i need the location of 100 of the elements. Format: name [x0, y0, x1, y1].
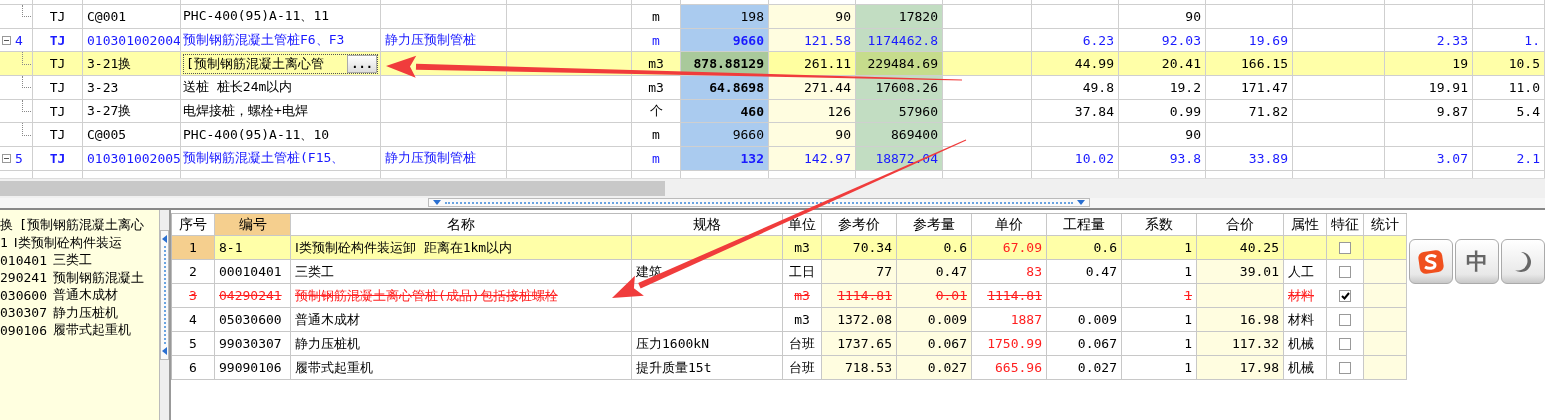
table-cell: 93.8: [1119, 147, 1206, 171]
total-cell: 16.98: [1197, 308, 1284, 332]
unit-cell: m: [632, 5, 681, 29]
splitter-handle[interactable]: [428, 198, 1090, 207]
column-header[interactable]: 统计: [1364, 214, 1407, 236]
code-cell: 3-23: [83, 76, 181, 100]
unit-price-cell: 126: [769, 99, 856, 124]
feature-cell: 静力压预制管桩: [381, 28, 507, 53]
code-cell: 99030307: [215, 332, 291, 356]
table-cell: [1473, 123, 1545, 148]
unit-cell: m3: [783, 284, 822, 308]
column-header[interactable]: 单位: [783, 214, 822, 236]
code-cell: 00010401: [215, 260, 291, 284]
table-cell: 19: [1385, 52, 1473, 77]
column-header[interactable]: 合价: [1197, 214, 1284, 236]
price-cell: 83: [972, 260, 1047, 284]
column-header[interactable]: 工程量: [1047, 214, 1122, 236]
attribute-cell: 人工: [1284, 260, 1327, 284]
name-cell: PHC-400(95)A-11、10: [181, 123, 381, 148]
checkbox[interactable]: [1339, 265, 1351, 278]
table-cell: 1.: [1473, 28, 1545, 53]
column-header[interactable]: 序号: [172, 214, 215, 236]
resource-name[interactable]: 三类工: [52, 251, 92, 270]
table-cell: 37.84: [1032, 99, 1119, 124]
resource-code: 换: [0, 216, 13, 235]
table-cell: 0.99: [1119, 99, 1206, 124]
checkbox[interactable]: [1339, 337, 1351, 350]
name-cell: 电焊接桩，螺栓+电焊: [181, 99, 381, 124]
unit-price-cell: 271.44: [769, 76, 856, 100]
splitter-handle[interactable]: [160, 230, 169, 360]
column-header[interactable]: 编号: [215, 214, 291, 236]
type-cell: TJ: [33, 147, 83, 171]
price-cell: 67.09: [972, 236, 1047, 260]
unit-cell: 台班: [783, 356, 822, 380]
quantity-cell: 132: [681, 147, 769, 171]
attribute-cell: 机械: [1284, 332, 1327, 356]
name-editor[interactable]: [预制钢筋混凝土离心管 ...: [183, 53, 378, 74]
code-cell: 010301002005: [83, 147, 181, 171]
quantity-cell: 0.067: [1047, 332, 1122, 356]
resource-name[interactable]: 履带式起重机: [52, 321, 131, 340]
price-cell: 1114.81: [972, 284, 1047, 308]
table-cell: 49.8: [1032, 76, 1119, 100]
unit-price-cell: 121.58: [769, 28, 856, 53]
resource-name[interactable]: [预制钢筋混凝土离心: [19, 216, 144, 235]
resource-name[interactable]: 普通木成材: [52, 286, 118, 305]
column-header[interactable]: 系数: [1122, 214, 1197, 236]
column-header[interactable]: 名称: [291, 214, 632, 236]
tree-cell: [0, 99, 33, 124]
column-header[interactable]: 属性: [1284, 214, 1327, 236]
price-cell: 665.96: [972, 356, 1047, 380]
resource-name[interactable]: Ⅰ类预制砼构件装运: [13, 233, 122, 252]
unit-price-cell: 90: [769, 5, 856, 29]
column-header[interactable]: 特征: [1327, 214, 1364, 236]
column-header[interactable]: 参考量: [897, 214, 972, 236]
expander-icon[interactable]: [2, 153, 11, 163]
price-cell: 1887: [972, 308, 1047, 332]
type-cell: TJ: [33, 5, 83, 29]
code-cell: 05030600: [215, 308, 291, 332]
ime-mode-key[interactable]: 中: [1455, 239, 1499, 284]
checkbox[interactable]: [1339, 241, 1351, 254]
expander-icon[interactable]: [2, 35, 11, 45]
ime-key[interactable]: [1501, 239, 1545, 284]
table-cell: 3.07: [1385, 147, 1473, 171]
table-cell: 90: [1119, 123, 1206, 148]
quantity-cell: 64.8698: [681, 76, 769, 100]
checkbox[interactable]: [1339, 313, 1351, 326]
ref-qty-cell: 0.6: [897, 236, 972, 260]
column-header[interactable]: 参考价: [822, 214, 897, 236]
table-cell: 19.69: [1206, 28, 1293, 53]
name-cell: 普通木成材: [291, 308, 632, 332]
unit-cell: m3: [783, 308, 822, 332]
ime-logo-key[interactable]: [1409, 239, 1453, 284]
total-cell: 117.32: [1197, 332, 1284, 356]
spec-cell: 压力1600kN: [632, 332, 783, 356]
column-header[interactable]: 单价: [972, 214, 1047, 236]
table-cell: 9.87: [1385, 99, 1473, 124]
resource-code: 090106: [0, 322, 47, 338]
unit-cell: 工日: [783, 260, 822, 284]
ellipsis-button[interactable]: ...: [347, 54, 377, 73]
table-cell: 10.5: [1473, 52, 1545, 77]
horizontal-scrollbar[interactable]: [0, 178, 1545, 198]
table-cell: 166.15: [1206, 52, 1293, 77]
ref-qty-cell: 0.009: [897, 308, 972, 332]
total-cell: 1174462.8: [856, 28, 943, 53]
tree-cell: [0, 76, 33, 100]
checkbox[interactable]: [1339, 361, 1351, 374]
coefficient-cell: 1: [1122, 284, 1197, 308]
resource-name[interactable]: 预制钢筋混凝土: [52, 268, 144, 287]
resource-code: 290241: [0, 270, 47, 286]
code-cell: 3-27换: [83, 99, 181, 124]
resource-name[interactable]: 静力压桩机: [52, 303, 118, 322]
type-cell: TJ: [33, 28, 83, 53]
checkbox[interactable]: [1339, 289, 1351, 302]
table-cell: 19.2: [1119, 76, 1206, 100]
column-header[interactable]: 规格: [632, 214, 783, 236]
quantity-cell: 0.47: [1047, 260, 1122, 284]
quantity-cell: 198: [681, 5, 769, 29]
table-cell: 20.41: [1119, 52, 1206, 77]
resource-code: 010401: [0, 252, 47, 268]
feature-cell: 静力压预制管桩: [381, 147, 507, 171]
